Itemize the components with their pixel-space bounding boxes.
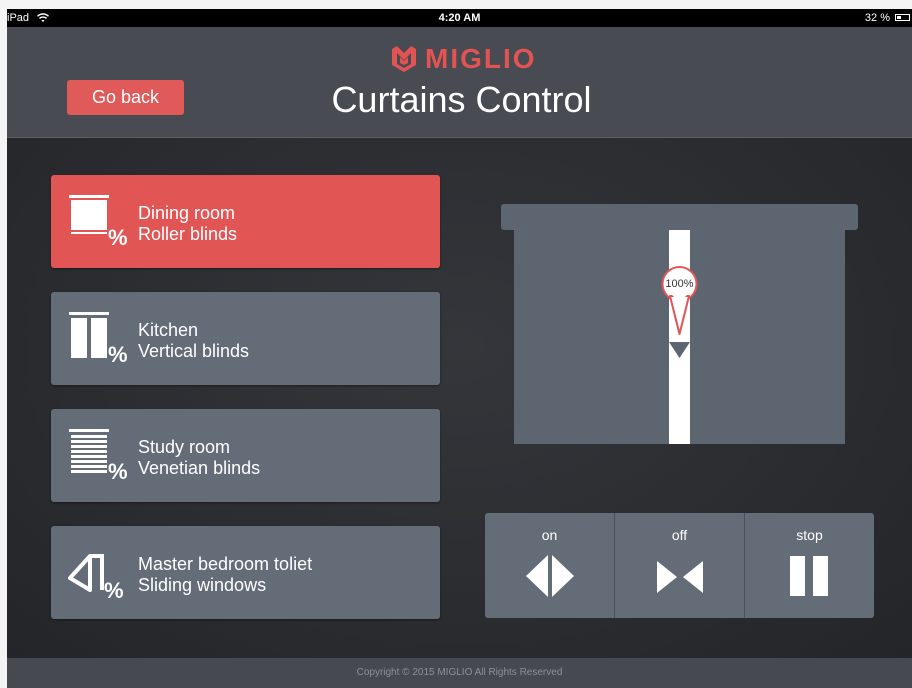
go-back-button[interactable]: Go back (67, 80, 184, 115)
header: MIGLIO Curtains Control Go back (7, 27, 912, 138)
open-button[interactable]: on (485, 513, 614, 618)
roller-blind-icon: % (69, 195, 128, 249)
venetian-blind-icon: % (69, 429, 128, 483)
battery-icon (895, 14, 910, 21)
svg-text:%: % (108, 342, 128, 366)
room-card-kitchen[interactable]: % Kitchen Vertical blinds (51, 292, 440, 385)
brand-logo: MIGLIO (389, 43, 537, 74)
app-screen: iPad 4:20 AM 32 % MIGLIO Curtains Contro… (7, 9, 912, 688)
blind-type: Roller blinds (138, 224, 238, 244)
close-arrows-icon (656, 561, 703, 593)
pause-icon (789, 556, 828, 596)
footer: Copyright © 2015 MIGLIO All Rights Reser… (7, 658, 912, 688)
room-card-study-room[interactable]: % Study room Venetian blinds (51, 409, 440, 502)
curtain-controls: on off stop (485, 513, 874, 618)
miglio-logo-icon (392, 46, 416, 72)
blind-type: Sliding windows (138, 575, 267, 595)
position-percent: 100% (665, 278, 694, 290)
stop-button[interactable]: stop (744, 513, 874, 618)
brand-name: MIGLIO (425, 43, 537, 74)
blind-type: Venetian blinds (138, 458, 261, 478)
status-bar: iPad 4:20 AM 32 % (7, 9, 912, 27)
room-card-master-bedroom[interactable]: % Master bedroom toliet Sliding windows (51, 526, 440, 619)
close-button[interactable]: off (614, 513, 744, 618)
svg-text:%: % (108, 225, 128, 249)
room-name: Kitchen (138, 320, 199, 340)
stop-label: stop (796, 527, 823, 543)
svg-text:%: % (108, 459, 128, 483)
room-name: Study room (138, 437, 231, 457)
open-arrows-icon (525, 555, 574, 597)
blind-type: Vertical blinds (138, 341, 250, 361)
svg-text:%: % (104, 578, 124, 600)
room-name: Master bedroom toliet (138, 554, 313, 574)
clock: 4:20 AM (438, 12, 481, 24)
vertical-blind-icon: % (69, 312, 128, 366)
close-label: off (671, 527, 688, 543)
curtain-rail (501, 204, 858, 230)
room-card-dining-room[interactable]: % Dining room Roller blinds (51, 175, 440, 268)
main-area: % Dining room Roller blinds % Kitchen Ve… (7, 138, 912, 658)
open-label: on (541, 527, 558, 543)
battery-percent: 32 % (864, 12, 890, 24)
sliding-window-icon: % (68, 554, 124, 600)
room-name: Dining room (138, 203, 236, 223)
